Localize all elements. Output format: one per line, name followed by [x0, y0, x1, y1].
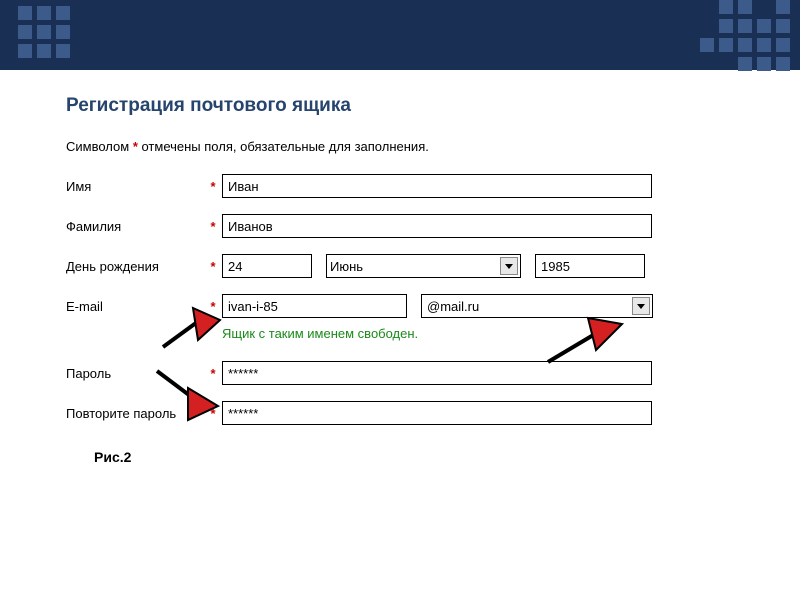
email-domain-select[interactable]: @mail.ru [421, 294, 653, 318]
birthday-month-value: Июнь [330, 259, 363, 274]
birthday-day-input[interactable] [222, 254, 312, 278]
note-suffix: отмечены поля, обязательные для заполнен… [138, 139, 429, 154]
row-email: E-mail * @mail.ru [66, 294, 752, 318]
password-confirm-input[interactable] [222, 401, 652, 425]
row-first-name: Имя * [66, 174, 752, 198]
form-content: Регистрация почтового ящика Символом * о… [0, 70, 800, 475]
birthday-label: День рождения [66, 259, 206, 274]
deco-grid-right [700, 0, 790, 71]
last-name-label: Фамилия [66, 219, 206, 234]
password-confirm-label: Повторите пароль [66, 406, 206, 421]
birthday-year-input[interactable] [535, 254, 645, 278]
email-domain-value: @mail.ru [427, 299, 479, 314]
email-input[interactable] [222, 294, 407, 318]
chevron-down-icon[interactable] [500, 257, 518, 275]
required-mark: * [206, 406, 220, 421]
password-label: Пароль [66, 366, 206, 381]
email-available-status: Ящик с таким именем свободен. [222, 326, 752, 341]
email-label: E-mail [66, 299, 206, 314]
required-mark: * [206, 219, 220, 234]
chevron-down-icon[interactable] [632, 297, 650, 315]
first-name-label: Имя [66, 179, 206, 194]
note-prefix: Символом [66, 139, 133, 154]
first-name-input[interactable] [222, 174, 652, 198]
deco-grid-left [18, 6, 70, 58]
header-bar [0, 0, 800, 70]
required-mark: * [206, 299, 220, 314]
required-mark: * [206, 366, 220, 381]
required-mark: * [206, 259, 220, 274]
row-last-name: Фамилия * [66, 214, 752, 238]
row-password: Пароль * [66, 361, 752, 385]
birthday-month-select[interactable]: Июнь [326, 254, 521, 278]
last-name-input[interactable] [222, 214, 652, 238]
required-note: Символом * отмечены поля, обязательные д… [66, 139, 752, 154]
figure-label: Рис.2 [94, 449, 752, 465]
row-birthday: День рождения * Июнь [66, 254, 752, 278]
password-input[interactable] [222, 361, 652, 385]
page-title: Регистрация почтового ящика [66, 95, 752, 117]
required-mark: * [206, 179, 220, 194]
row-password-confirm: Повторите пароль * [66, 401, 752, 425]
